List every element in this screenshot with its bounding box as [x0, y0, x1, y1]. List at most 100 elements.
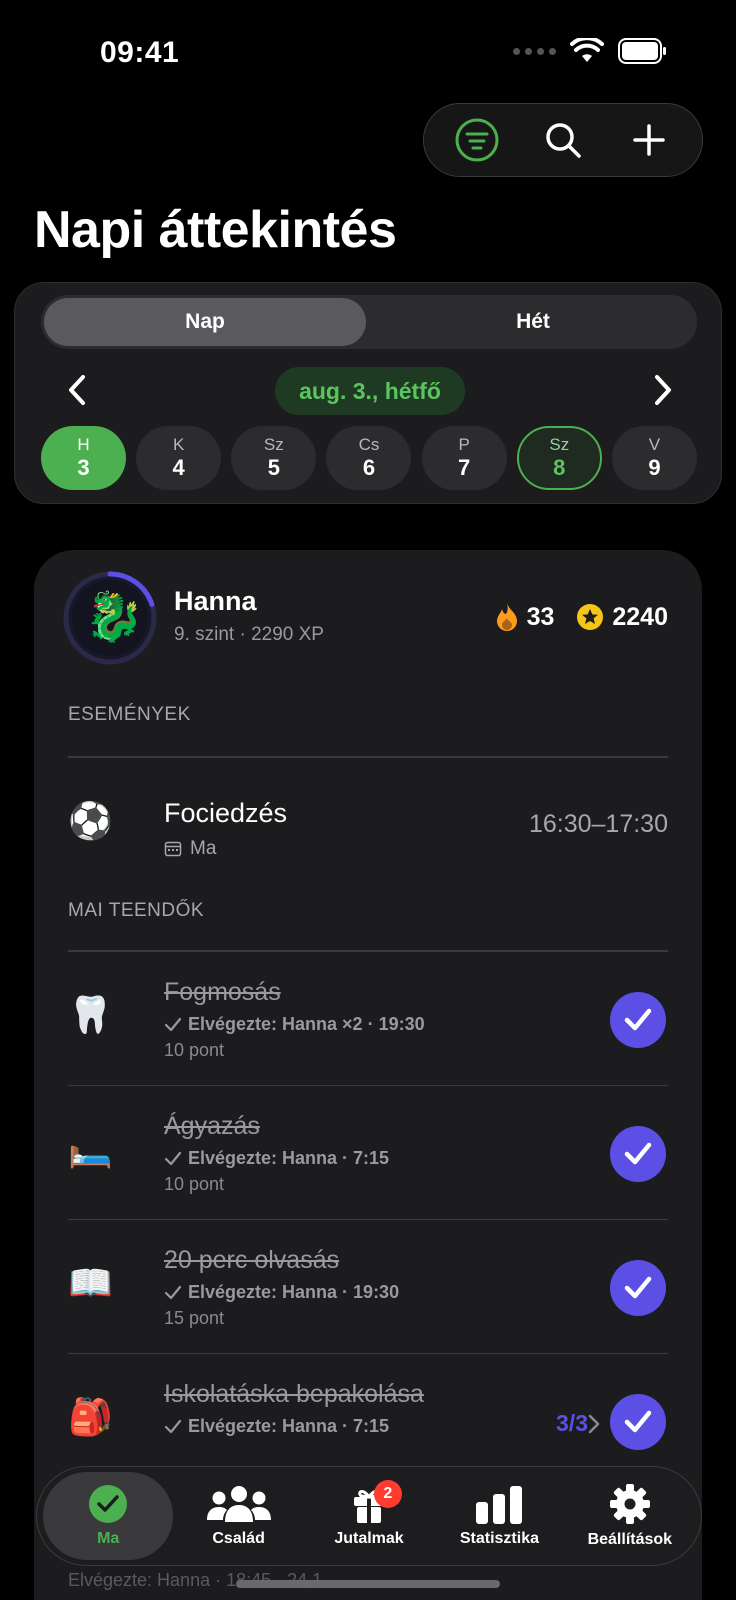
soccer-ball-icon: ⚽: [68, 800, 113, 841]
task-completed-by: Elvégezte: Hanna · 7:15: [164, 1148, 389, 1169]
event-title: Fociedzés: [164, 798, 288, 828]
current-date-chip[interactable]: aug. 3., hétfő: [275, 367, 465, 415]
event-date-text: Ma: [190, 838, 217, 859]
star-coin-icon: [577, 604, 604, 630]
tab-label: Jutalmak: [334, 1530, 404, 1547]
bed-icon: 🛏️: [68, 1128, 113, 1169]
tooth-icon: 🦷: [68, 994, 113, 1035]
tab-label: Ma: [97, 1530, 120, 1547]
day-chip[interactable]: Sz 8: [516, 426, 602, 490]
streak-count: 33: [526, 602, 555, 631]
task-completed-text: Elvégezte: Hanna · 7:15: [188, 1416, 390, 1436]
filter-icon: [455, 118, 499, 162]
flame-icon: [496, 603, 517, 631]
checkmark-icon: [624, 1142, 652, 1165]
avatar[interactable]: 🐉: [62, 570, 158, 666]
status-time: 09:41: [100, 36, 180, 69]
task-title: Iskolatáska bepakolása: [164, 1380, 424, 1408]
event-time: 16:30–17:30: [528, 810, 668, 838]
task-row[interactable]: 🦷 Fogmosás Elvégezte: Hanna ×2 · 19:30 1…: [68, 952, 668, 1086]
dragon-icon: 🐉: [84, 591, 144, 644]
complete-toggle-button[interactable]: [610, 1394, 666, 1450]
task-completed-text: Elvégezte: Hanna ×2 · 19:30: [188, 1014, 425, 1034]
coins-stat: 2240: [576, 603, 668, 632]
segment-day[interactable]: Nap: [44, 298, 366, 346]
next-day-button[interactable]: [641, 365, 685, 415]
task-row[interactable]: 🛏️ Ágyazás Elvégezte: Hanna · 7:15 10 po…: [68, 1086, 668, 1220]
day-letter: H: [77, 435, 90, 454]
task-points: 15 pont: [164, 1308, 225, 1328]
day-chip[interactable]: Cs 6: [326, 426, 412, 490]
day-chip[interactable]: K4: [136, 426, 222, 490]
task-points: 10 pont: [164, 1174, 225, 1194]
complete-toggle-button[interactable]: [610, 1260, 666, 1316]
day-chip[interactable]: P7: [421, 426, 507, 490]
day-chip[interactable]: V9: [611, 426, 697, 490]
checkmark-icon: [164, 1419, 182, 1433]
day-number: 6: [362, 455, 376, 480]
chevron-right-icon: [655, 375, 671, 405]
complete-toggle-button[interactable]: [610, 1126, 666, 1182]
tab-bar: Ma Család 2 Jutalmak Statisztika Beállít…: [36, 1466, 702, 1566]
tab-label: Statisztika: [459, 1530, 539, 1547]
chevron-right-icon: [588, 1414, 600, 1434]
task-completed-text: Elvégezte: Hanna · 7:15: [188, 1148, 390, 1168]
day-chip[interactable]: Sz 5: [231, 426, 317, 490]
checkmark-icon: [624, 1276, 652, 1299]
cellular-signal-icon: [513, 47, 556, 55]
calendar-icon: [164, 841, 182, 857]
chevron-left-icon: [69, 375, 85, 405]
gear-icon: [609, 1484, 650, 1524]
event-row[interactable]: ⚽ Fociedzés Ma 16:30–17:30: [68, 770, 668, 880]
task-completed-by: Elvégezte: Hanna · 7:15: [164, 1416, 389, 1437]
date-card: Nap Hét aug. 3., hétfő H3 K4 Sz 5 Cs 6 P7 …: [14, 282, 722, 504]
tab-statistics[interactable]: Statisztika: [434, 1472, 564, 1560]
home-indicator: [236, 1580, 500, 1588]
member-card: 🐉 Hanna 9. szint · 2290 XP 33 2240 ESEMÉ…: [34, 550, 702, 1600]
task-title: Ágyazás: [164, 1112, 260, 1140]
segment-week[interactable]: Hét: [372, 298, 694, 346]
day-chip[interactable]: H3: [41, 426, 126, 490]
search-button[interactable]: [533, 110, 593, 170]
checkmark-icon: [164, 1017, 182, 1031]
checkmark-icon: [624, 1410, 652, 1433]
tab-label: Család: [212, 1530, 265, 1547]
prev-day-button[interactable]: [55, 365, 99, 415]
subtask-progress[interactable]: 3/3: [556, 1410, 588, 1437]
task-completed-by: Elvégezte: Hanna ×2 · 19:30: [164, 1014, 425, 1035]
status-icons: [513, 38, 668, 64]
complete-toggle-button[interactable]: [610, 992, 666, 1048]
day-number: 7: [458, 455, 471, 480]
wifi-icon: [570, 38, 604, 62]
tab-today[interactable]: Ma: [43, 1472, 174, 1560]
member-stats: 33 2240: [495, 602, 668, 632]
events-section-label: ESEMÉNYEK: [68, 704, 191, 725]
filter-button[interactable]: [447, 110, 507, 170]
task-row[interactable]: 📖 20 perc olvasás Elvégezte: Hanna · 19:…: [68, 1220, 668, 1354]
date-navigator: aug. 3., hétfő: [55, 365, 685, 415]
checkmark-icon: [164, 1285, 182, 1299]
bar-chart-icon: [476, 1486, 523, 1524]
day-letter: Sz: [263, 435, 284, 454]
task-completed-by: Elvégezte: Hanna · 19:30: [164, 1282, 399, 1303]
event-date: Ma: [164, 838, 216, 860]
divider: [68, 756, 668, 758]
view-segmented-control: Nap Hét: [41, 295, 697, 349]
tab-rewards[interactable]: 2 Jutalmak: [304, 1472, 434, 1560]
task-title: Fogmosás: [164, 978, 281, 1006]
page-title: Napi áttekintés: [34, 201, 397, 259]
member-level: 9. szint · 2290 XP: [174, 624, 324, 645]
day-letter: V: [648, 435, 661, 454]
streak-stat: 33: [495, 602, 555, 632]
check-circle-icon: [89, 1485, 128, 1523]
tab-family[interactable]: Család: [173, 1472, 303, 1560]
open-book-icon: 📖: [68, 1262, 113, 1303]
day-number: 9: [648, 455, 661, 480]
day-letter: Sz: [549, 435, 570, 454]
tab-label: Beállítások: [587, 1531, 673, 1548]
add-button[interactable]: [619, 110, 679, 170]
checkmark-icon: [164, 1151, 182, 1165]
day-number: 5: [267, 455, 280, 480]
tab-settings[interactable]: Beállítások: [565, 1472, 695, 1560]
coin-count: 2240: [612, 602, 668, 631]
